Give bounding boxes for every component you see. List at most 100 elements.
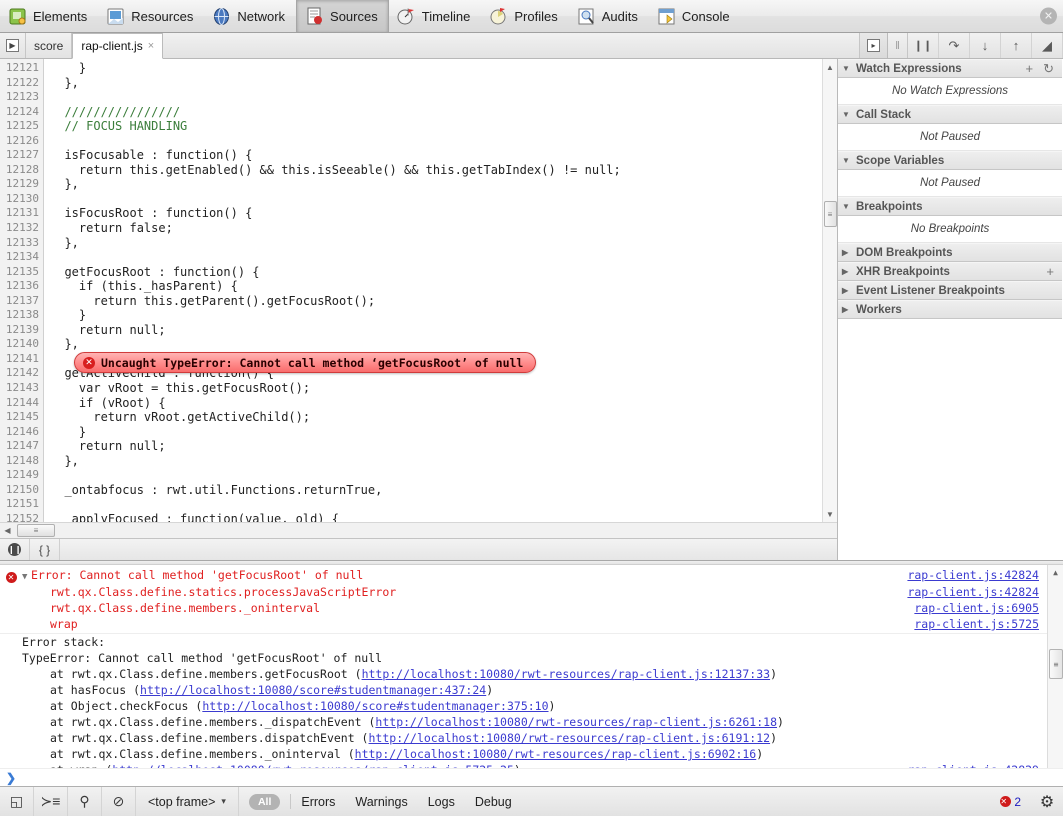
toolbar-tab-console[interactable]: Console	[649, 0, 741, 32]
console-source-url[interactable]: http://localhost:10080/rwt-resources/rap…	[369, 731, 771, 745]
editor-scroll-track[interactable]: ≡	[823, 75, 838, 506]
line-number[interactable]: 12121	[0, 61, 39, 76]
code-line[interactable]: isFocusable : function() {	[44, 148, 822, 163]
console-source-url[interactable]: http://localhost:10080/rwt-resources/rap…	[362, 667, 771, 681]
code-line[interactable]: if (this._hasParent) {	[44, 279, 822, 294]
split-handle[interactable]: ‖	[888, 33, 908, 58]
toolbar-tab-sources[interactable]: Sources	[296, 0, 389, 32]
console-message[interactable]: at rwt.qx.Class.define.members.dispatchE…	[0, 730, 1063, 746]
line-number[interactable]: 12130	[0, 192, 39, 207]
editor-vertical-scrollbar[interactable]: ▲ ≡ ▼	[822, 59, 837, 522]
code-line[interactable]: if (vRoot) {	[44, 396, 822, 411]
console-scroll-up-icon[interactable]: ▲	[1048, 565, 1063, 581]
code-line[interactable]: return false;	[44, 221, 822, 236]
toolbar-tab-elements[interactable]: Elements	[0, 0, 98, 32]
settings-gear-icon[interactable]: ⚙	[1031, 787, 1063, 816]
refresh-icon[interactable]: ↻	[1043, 61, 1054, 77]
console-prompt-row[interactable]: ❯	[0, 768, 1063, 786]
code-line[interactable]: isFocusRoot : function() {	[44, 206, 822, 221]
line-number[interactable]: 12131	[0, 206, 39, 221]
code-line[interactable]: return null;	[44, 323, 822, 338]
console-source-url[interactable]: http://localhost:10080/rwt-resources/rap…	[375, 715, 777, 729]
pause-resume-button[interactable]: ❙❙	[908, 33, 939, 58]
line-number[interactable]: 12134	[0, 250, 39, 265]
editor-scroll-thumb[interactable]: ≡	[823, 201, 837, 227]
code-line[interactable]	[44, 192, 822, 207]
line-number[interactable]: 12127	[0, 148, 39, 163]
line-number[interactable]: 12132	[0, 221, 39, 236]
scroll-down-arrow-icon[interactable]: ▼	[823, 506, 838, 522]
frame-selector[interactable]: <top frame> ▾	[136, 787, 239, 816]
line-number[interactable]: 12122	[0, 76, 39, 91]
code-line[interactable]	[44, 497, 822, 512]
console-source-link[interactable]: rap-client.js:42824	[907, 585, 1039, 599]
code-line[interactable]	[44, 90, 822, 105]
code-line[interactable]: }	[44, 308, 822, 323]
deactivate-breakpoints-button[interactable]: ◢	[1032, 33, 1063, 58]
toolbar-tab-profiles[interactable]: Profiles	[481, 0, 568, 32]
add-icon[interactable]: +	[1046, 264, 1054, 279]
console-message[interactable]: at Object.checkFocus (http://localhost:1…	[0, 698, 1063, 714]
line-number[interactable]: 12150	[0, 483, 39, 498]
console-message[interactable]: at wrap (http://localhost:10080/rwt-reso…	[0, 762, 1063, 768]
error-count-indicator[interactable]: ✕ 2	[1000, 787, 1031, 816]
console-message[interactable]: at rwt.qx.Class.define.members.getFocusR…	[0, 666, 1063, 682]
line-number[interactable]: 12125	[0, 119, 39, 134]
code-line[interactable]: },	[44, 236, 822, 251]
code-line[interactable]: var vRoot = this.getFocusRoot();	[44, 381, 822, 396]
code-line[interactable]: },	[44, 454, 822, 469]
code-line[interactable]: return null;	[44, 439, 822, 454]
console-source-link[interactable]: rap-client.js:5725	[914, 617, 1039, 631]
step-over-button[interactable]: ↷	[939, 33, 970, 58]
line-number[interactable]: 12143	[0, 381, 39, 396]
line-number[interactable]: 12137	[0, 294, 39, 309]
clear-console-button[interactable]: ⊘	[102, 787, 136, 816]
line-number[interactable]: 12144	[0, 396, 39, 411]
console-message[interactable]: rwt.qx.Class.define.members._oninterval r…	[0, 600, 1063, 616]
filter-all-button[interactable]: All	[248, 793, 281, 810]
console-message[interactable]: wrap rap-client.js:5725	[0, 616, 1063, 632]
console-toggle-button[interactable]: ≻≡	[34, 787, 68, 816]
source-editor[interactable]: 12121 12122 12123 12124 12125 12126 12127 12128…	[0, 59, 837, 522]
line-number[interactable]: 12145	[0, 410, 39, 425]
console-filter-errors[interactable]: Errors	[291, 787, 345, 816]
chevron-down-icon[interactable]: ▼	[22, 572, 31, 582]
console-source-url[interactable]: http://localhost:10080/rwt-resources/rap…	[112, 763, 514, 768]
sidebar-section-xhr-breakpoints[interactable]: ▶ XHR Breakpoints +	[838, 262, 1062, 281]
step-into-button[interactable]: ↓	[970, 33, 1001, 58]
console-message[interactable]: Error stack:	[0, 634, 1063, 650]
code-line[interactable]: },	[44, 177, 822, 192]
line-number[interactable]: 12147	[0, 439, 39, 454]
code-line[interactable]	[44, 468, 822, 483]
console-message[interactable]: ✕ ▼ Error: Cannot call method 'getFocusRoo…	[0, 567, 1063, 584]
line-number[interactable]: 12133	[0, 236, 39, 251]
source-code[interactable]: } }, //////////////// // FOCUS HANDLING …	[44, 59, 822, 522]
line-number[interactable]: 12149	[0, 468, 39, 483]
toolbar-tab-network[interactable]: Network	[204, 0, 296, 32]
console-message[interactable]: TypeError: Cannot call method 'getFocusR…	[0, 650, 1063, 666]
console-vertical-scrollbar[interactable]: ▲ ≡	[1047, 565, 1063, 768]
sidebar-section-breakpoints[interactable]: ▼ Breakpoints	[838, 197, 1062, 216]
sidebar-section-watch-expressions[interactable]: ▼ Watch Expressions + ↻	[838, 59, 1062, 78]
sidebar-section-dom-breakpoints[interactable]: ▶ DOM Breakpoints	[838, 243, 1062, 262]
console-source-url[interactable]: http://localhost:10080/score#studentmana…	[202, 699, 548, 713]
code-line[interactable]: }	[44, 425, 822, 440]
code-line[interactable]: getFocusRoot : function() {	[44, 265, 822, 280]
code-line[interactable]: },	[44, 337, 822, 352]
navigator-toggle-button[interactable]: ▶	[0, 33, 26, 58]
line-number[interactable]: 12124	[0, 105, 39, 120]
toolbar-tab-audits[interactable]: Audits	[569, 0, 649, 32]
scroll-left-arrow-icon[interactable]: ◀	[0, 526, 15, 535]
sidebar-toggle-button[interactable]: ▸	[860, 33, 888, 58]
line-number[interactable]: 12152	[0, 512, 39, 522]
line-number[interactable]: 12148	[0, 454, 39, 469]
console-message[interactable]: at rwt.qx.Class.define.members._oninterv…	[0, 746, 1063, 762]
code-line[interactable]: return this.getEnabled() && this.isSeeab…	[44, 163, 822, 178]
sidebar-section-call-stack[interactable]: ▼ Call Stack	[838, 105, 1062, 124]
line-number[interactable]: 12151	[0, 497, 39, 512]
sidebar-section-scope-variables[interactable]: ▼ Scope Variables	[838, 151, 1062, 170]
sidebar-section-event-listener-breakpoints[interactable]: ▶ Event Listener Breakpoints	[838, 281, 1062, 300]
console-message[interactable]: rwt.qx.Class.define.statics.processJavaS…	[0, 584, 1063, 600]
line-number[interactable]: 12141	[0, 352, 39, 367]
editor-tab-rap-client-js[interactable]: rap-client.js ×	[72, 33, 164, 59]
